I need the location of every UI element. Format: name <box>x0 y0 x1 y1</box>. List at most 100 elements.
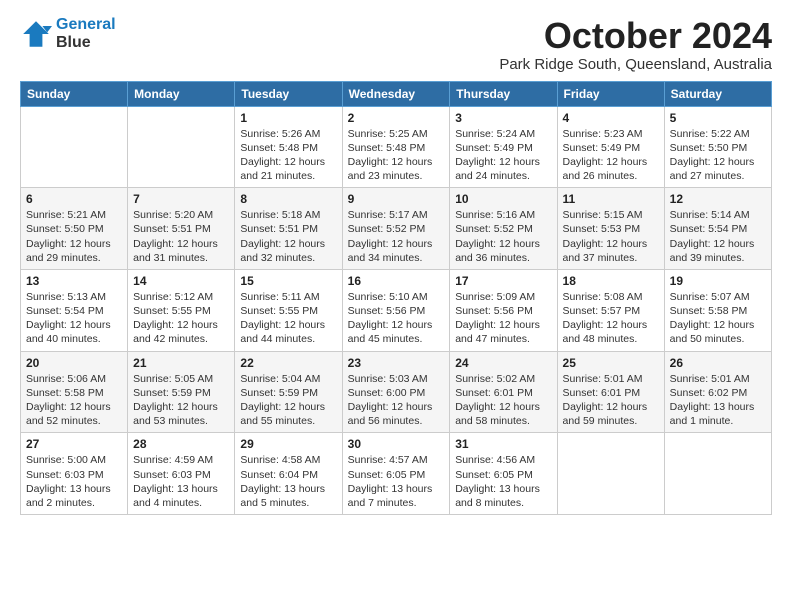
calendar-cell: 22 Sunrise: 5:04 AM Sunset: 5:59 PM Dayli… <box>235 351 342 433</box>
day-number: 30 <box>348 437 445 451</box>
calendar-cell: 27Sunrise: 5:00 AM Sunset: 6:03 PM Dayli… <box>21 433 128 515</box>
calendar-cell: 20 Sunrise: 5:06 AM Sunset: 5:58 PM Dayli… <box>21 351 128 433</box>
day-number: 11 <box>563 192 659 206</box>
calendar-cell: 26 Sunrise: 5:01 AM Sunset: 6:02 PM Dayli… <box>664 351 771 433</box>
calendar-cell: 16Sunrise: 5:10 AM Sunset: 5:56 PM Dayli… <box>342 269 450 351</box>
day-number: 7 <box>133 192 229 206</box>
calendar-cell: 1Sunrise: 5:26 AM Sunset: 5:48 PM Daylig… <box>235 106 342 188</box>
day-info: Sunrise: 5:01 AM Sunset: 6:01 PM Dayligh… <box>563 372 659 429</box>
day-number: 23 <box>348 356 445 370</box>
day-info: Sunrise: 5:01 AM Sunset: 6:02 PM Dayligh… <box>670 372 766 429</box>
calendar-cell: 18Sunrise: 5:08 AM Sunset: 5:57 PM Dayli… <box>557 269 664 351</box>
calendar-cell: 6 Sunrise: 5:21 AM Sunset: 5:50 PM Daylig… <box>21 188 128 270</box>
calendar-header-tuesday: Tuesday <box>235 81 342 106</box>
calendar-cell: 21Sunrise: 5:05 AM Sunset: 5:59 PM Dayli… <box>128 351 235 433</box>
day-number: 16 <box>348 274 445 288</box>
day-info: Sunrise: 4:59 AM Sunset: 6:03 PM Dayligh… <box>133 453 229 510</box>
day-info: Sunrise: 5:16 AM Sunset: 5:52 PM Dayligh… <box>455 208 551 265</box>
day-number: 31 <box>455 437 551 451</box>
day-number: 10 <box>455 192 551 206</box>
day-number: 28 <box>133 437 229 451</box>
day-info: Sunrise: 5:04 AM Sunset: 5:59 PM Dayligh… <box>240 372 336 429</box>
day-number: 2 <box>348 111 445 125</box>
day-number: 22 <box>240 356 336 370</box>
day-info: Sunrise: 5:17 AM Sunset: 5:52 PM Dayligh… <box>348 208 445 265</box>
calendar-header-friday: Friday <box>557 81 664 106</box>
calendar-cell: 14Sunrise: 5:12 AM Sunset: 5:55 PM Dayli… <box>128 269 235 351</box>
day-number: 20 <box>26 356 122 370</box>
day-number: 21 <box>133 356 229 370</box>
calendar-week-4: 20 Sunrise: 5:06 AM Sunset: 5:58 PM Dayli… <box>21 351 772 433</box>
calendar-cell: 13 Sunrise: 5:13 AM Sunset: 5:54 PM Dayli… <box>21 269 128 351</box>
day-info: Sunrise: 5:20 AM Sunset: 5:51 PM Dayligh… <box>133 208 229 265</box>
calendar-cell <box>128 106 235 188</box>
day-info: Sunrise: 5:12 AM Sunset: 5:55 PM Dayligh… <box>133 290 229 347</box>
day-number: 29 <box>240 437 336 451</box>
day-number: 17 <box>455 274 551 288</box>
calendar-week-5: 27Sunrise: 5:00 AM Sunset: 6:03 PM Dayli… <box>21 433 772 515</box>
day-info: Sunrise: 5:06 AM Sunset: 5:58 PM Dayligh… <box>26 372 122 429</box>
calendar-cell: 15 Sunrise: 5:11 AM Sunset: 5:55 PM Dayli… <box>235 269 342 351</box>
calendar-header-row: SundayMondayTuesdayWednesdayThursdayFrid… <box>21 81 772 106</box>
calendar-week-2: 6 Sunrise: 5:21 AM Sunset: 5:50 PM Daylig… <box>21 188 772 270</box>
calendar-header-wednesday: Wednesday <box>342 81 450 106</box>
location-subtitle: Park Ridge South, Queensland, Australia <box>499 56 772 73</box>
day-number: 5 <box>670 111 766 125</box>
calendar-cell <box>557 433 664 515</box>
day-info: Sunrise: 5:21 AM Sunset: 5:50 PM Dayligh… <box>26 208 122 265</box>
calendar-week-3: 13 Sunrise: 5:13 AM Sunset: 5:54 PM Dayli… <box>21 269 772 351</box>
day-number: 6 <box>26 192 122 206</box>
calendar-header-saturday: Saturday <box>664 81 771 106</box>
calendar-cell: 24 Sunrise: 5:02 AM Sunset: 6:01 PM Dayli… <box>450 351 557 433</box>
day-info: Sunrise: 5:25 AM Sunset: 5:48 PM Dayligh… <box>348 127 445 184</box>
calendar-cell: 23Sunrise: 5:03 AM Sunset: 6:00 PM Dayli… <box>342 351 450 433</box>
calendar-header-thursday: Thursday <box>450 81 557 106</box>
calendar-cell: 5 Sunrise: 5:22 AM Sunset: 5:50 PM Daylig… <box>664 106 771 188</box>
day-info: Sunrise: 5:07 AM Sunset: 5:58 PM Dayligh… <box>670 290 766 347</box>
calendar-cell: 29Sunrise: 4:58 AM Sunset: 6:04 PM Dayli… <box>235 433 342 515</box>
calendar-cell: 30 Sunrise: 4:57 AM Sunset: 6:05 PM Dayli… <box>342 433 450 515</box>
day-number: 26 <box>670 356 766 370</box>
calendar-cell: 9 Sunrise: 5:17 AM Sunset: 5:52 PM Daylig… <box>342 188 450 270</box>
day-number: 4 <box>563 111 659 125</box>
day-number: 15 <box>240 274 336 288</box>
day-info: Sunrise: 5:14 AM Sunset: 5:54 PM Dayligh… <box>670 208 766 265</box>
title-block: October 2024 Park Ridge South, Queenslan… <box>499 16 772 73</box>
day-info: Sunrise: 5:18 AM Sunset: 5:51 PM Dayligh… <box>240 208 336 265</box>
day-info: Sunrise: 5:08 AM Sunset: 5:57 PM Dayligh… <box>563 290 659 347</box>
calendar-cell: 3 Sunrise: 5:24 AM Sunset: 5:49 PM Daylig… <box>450 106 557 188</box>
day-info: Sunrise: 5:22 AM Sunset: 5:50 PM Dayligh… <box>670 127 766 184</box>
calendar-cell <box>21 106 128 188</box>
calendar-cell: 4Sunrise: 5:23 AM Sunset: 5:49 PM Daylig… <box>557 106 664 188</box>
day-info: Sunrise: 5:11 AM Sunset: 5:55 PM Dayligh… <box>240 290 336 347</box>
logo: General Blue <box>20 16 116 52</box>
day-number: 19 <box>670 274 766 288</box>
calendar-cell: 28 Sunrise: 4:59 AM Sunset: 6:03 PM Dayli… <box>128 433 235 515</box>
day-info: Sunrise: 5:09 AM Sunset: 5:56 PM Dayligh… <box>455 290 551 347</box>
calendar-cell: 2 Sunrise: 5:25 AM Sunset: 5:48 PM Daylig… <box>342 106 450 188</box>
calendar-table: SundayMondayTuesdayWednesdayThursdayFrid… <box>20 81 772 515</box>
calendar-cell: 12 Sunrise: 5:14 AM Sunset: 5:54 PM Dayli… <box>664 188 771 270</box>
calendar-cell: 31Sunrise: 4:56 AM Sunset: 6:05 PM Dayli… <box>450 433 557 515</box>
page: General Blue October 2024 Park Ridge Sou… <box>0 0 792 612</box>
day-number: 1 <box>240 111 336 125</box>
day-number: 24 <box>455 356 551 370</box>
calendar-cell: 11 Sunrise: 5:15 AM Sunset: 5:53 PM Dayli… <box>557 188 664 270</box>
header: General Blue October 2024 Park Ridge Sou… <box>20 16 772 73</box>
calendar-cell: 17 Sunrise: 5:09 AM Sunset: 5:56 PM Dayli… <box>450 269 557 351</box>
day-number: 9 <box>348 192 445 206</box>
calendar-cell: 10 Sunrise: 5:16 AM Sunset: 5:52 PM Dayli… <box>450 188 557 270</box>
day-number: 12 <box>670 192 766 206</box>
calendar-cell: 8 Sunrise: 5:18 AM Sunset: 5:51 PM Daylig… <box>235 188 342 270</box>
day-info: Sunrise: 5:15 AM Sunset: 5:53 PM Dayligh… <box>563 208 659 265</box>
day-number: 3 <box>455 111 551 125</box>
day-info: Sunrise: 4:57 AM Sunset: 6:05 PM Dayligh… <box>348 453 445 510</box>
day-info: Sunrise: 5:13 AM Sunset: 5:54 PM Dayligh… <box>26 290 122 347</box>
day-info: Sunrise: 5:02 AM Sunset: 6:01 PM Dayligh… <box>455 372 551 429</box>
day-number: 8 <box>240 192 336 206</box>
calendar-header-monday: Monday <box>128 81 235 106</box>
day-info: Sunrise: 5:24 AM Sunset: 5:49 PM Dayligh… <box>455 127 551 184</box>
logo-text: General Blue <box>56 16 116 52</box>
calendar-cell: 7 Sunrise: 5:20 AM Sunset: 5:51 PM Daylig… <box>128 188 235 270</box>
day-number: 13 <box>26 274 122 288</box>
